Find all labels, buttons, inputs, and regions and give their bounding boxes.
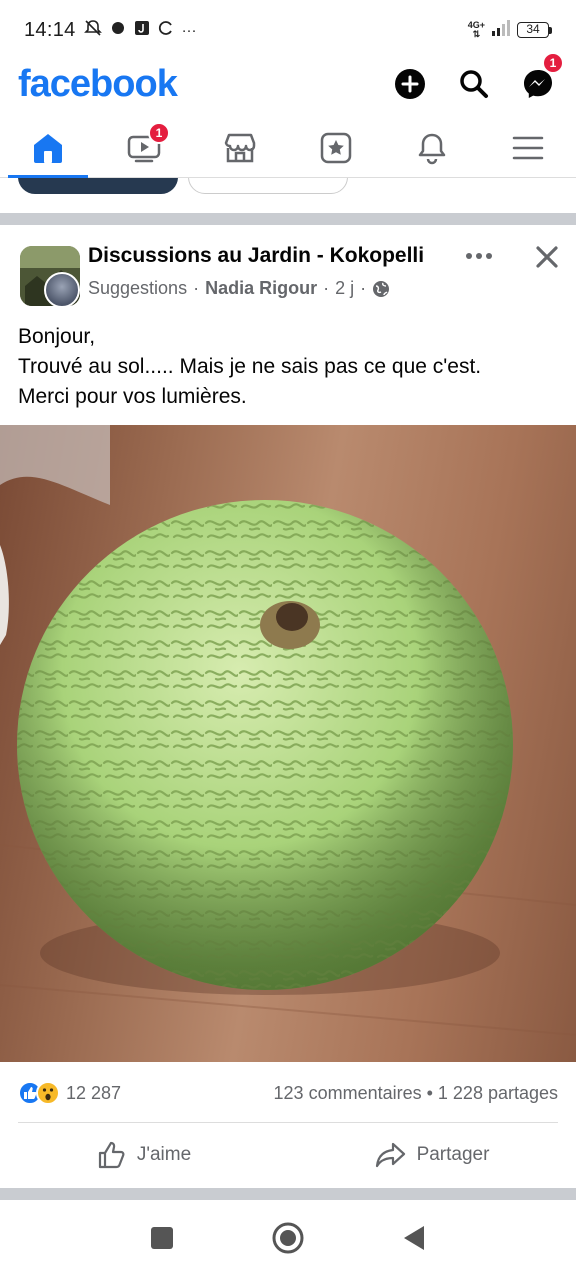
reaction-count[interactable]: 12 287: [66, 1083, 121, 1104]
dot-icon: [110, 20, 126, 40]
reaction-icons[interactable]: [18, 1081, 60, 1105]
more-status-text: ···: [181, 21, 197, 39]
filter-chips: [0, 178, 576, 196]
hide-post-button[interactable]: [530, 240, 564, 274]
fruit-photo: [0, 425, 576, 1036]
facebook-logo[interactable]: facebook: [18, 63, 178, 106]
group-name[interactable]: Discussions au Jardin - Kokopelli: [88, 244, 424, 268]
tab-feeds[interactable]: [288, 118, 384, 177]
status-time: 14:14: [24, 18, 76, 41]
recents-button[interactable]: [150, 1226, 174, 1255]
plus-circle-icon: [395, 69, 425, 99]
feed-divider: [0, 213, 576, 225]
system-nav-bar: [0, 1200, 576, 1280]
sync-icon: [158, 20, 174, 40]
signal-icon: [491, 19, 511, 41]
app-icon: [134, 20, 150, 40]
tab-menu[interactable]: [480, 118, 576, 177]
comments-shares-count[interactable]: 123 commentaires • 1 228 partages: [274, 1083, 558, 1104]
star-icon: [320, 132, 352, 163]
app-header: facebook 1: [0, 52, 576, 108]
back-system-button[interactable]: [402, 1225, 426, 1256]
post-source: Suggestions: [88, 278, 188, 298]
close-icon: [536, 246, 558, 268]
tab-notifications[interactable]: [384, 118, 480, 177]
like-label: J'aime: [136, 1144, 192, 1165]
battery-icon: 34: [517, 22, 552, 38]
post-text: Bonjour, Trouvé au sol..... Mais je ne s…: [18, 325, 482, 408]
share-icon: [375, 1142, 405, 1168]
square-icon: [151, 1226, 173, 1249]
network-label: 4G+ ⇅: [467, 20, 485, 39]
share-label: Partager: [416, 1144, 490, 1165]
post-photo[interactable]: [0, 425, 576, 1062]
author-name[interactable]: Nadia Rigour: [205, 278, 317, 299]
wow-reaction-icon: [36, 1081, 60, 1105]
tab-marketplace[interactable]: [192, 118, 288, 177]
filter-chip-active[interactable]: [18, 178, 178, 194]
action-divider: [18, 1122, 558, 1123]
post-meta: Suggestions · Nadia Rigour · 2 j ·: [88, 278, 390, 299]
tab-home[interactable]: [0, 118, 96, 178]
post-more-button[interactable]: [462, 242, 496, 270]
like-button[interactable]: J'aime: [0, 1124, 288, 1186]
mute-icon: [83, 19, 102, 41]
filter-chip[interactable]: [188, 178, 348, 194]
post-header: Discussions au Jardin - Kokopelli Sugges…: [0, 236, 576, 312]
circle-home-icon: [272, 1222, 304, 1253]
globe-icon: [373, 280, 390, 297]
share-button[interactable]: Partager: [288, 1124, 576, 1186]
marketplace-icon: [224, 133, 256, 162]
thumbs-up-icon: [98, 1141, 125, 1169]
menu-icon: [512, 136, 544, 159]
messenger-badge: 1: [542, 52, 564, 74]
home-icon: [34, 133, 62, 163]
tab-video[interactable]: 1: [96, 118, 192, 177]
home-system-button[interactable]: [272, 1222, 304, 1259]
status-bar: 14:14 ··· 4G+ ⇅ 34: [0, 0, 576, 60]
create-button[interactable]: [390, 64, 430, 104]
post-actions: J'aime Partager: [0, 1124, 576, 1186]
messenger-button[interactable]: 1: [518, 52, 564, 104]
author-avatar[interactable]: [44, 272, 80, 308]
feed-divider-bottom: [0, 1188, 576, 1200]
search-icon: [460, 70, 488, 98]
reactions-summary: 12 287 123 commentaires • 1 228 partages: [0, 1062, 576, 1124]
more-dots-icon: [466, 253, 492, 259]
main-tab-bar: 1: [0, 118, 576, 178]
search-button[interactable]: [454, 64, 494, 104]
post-time[interactable]: 2 j: [335, 278, 354, 299]
back-triangle-icon: [404, 1225, 424, 1250]
video-badge: 1: [148, 122, 170, 144]
bell-icon: [418, 133, 446, 164]
